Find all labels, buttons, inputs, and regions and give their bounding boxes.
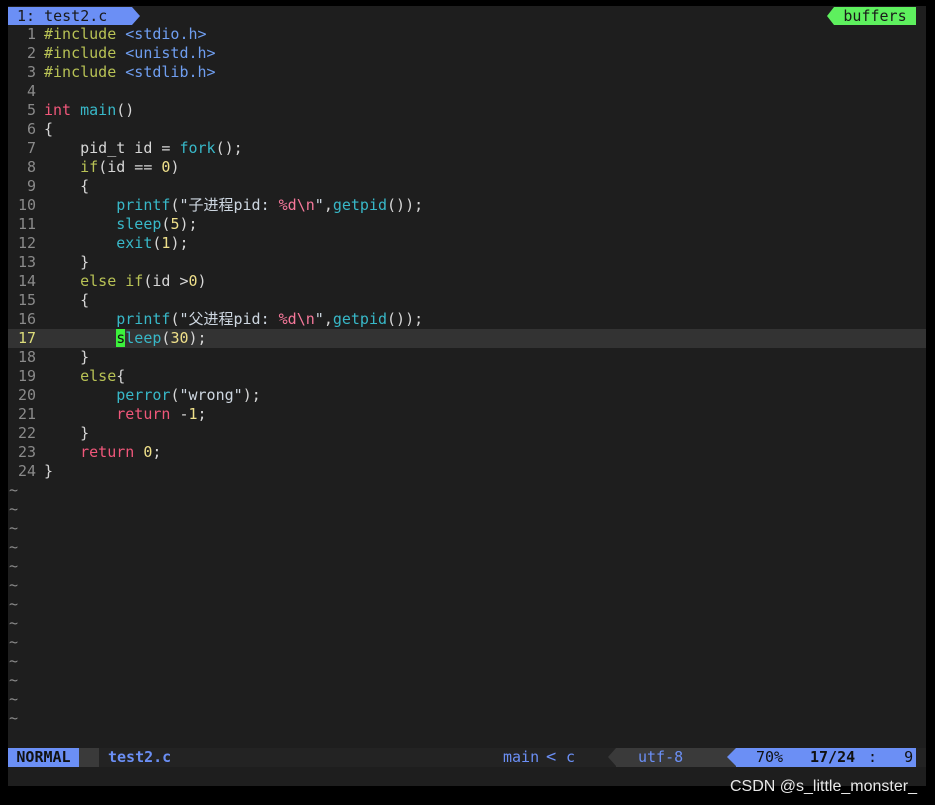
- line-number: 1: [26, 25, 36, 43]
- empty-line-marker: ~: [9, 576, 19, 594]
- line-number: 8: [26, 158, 36, 176]
- statusline-segment: [79, 748, 99, 767]
- empty-line-marker: ~: [9, 690, 19, 708]
- line-number: 22: [17, 424, 36, 442]
- line-number: 14: [17, 272, 36, 290]
- code-line-current[interactable]: 17 sleep(30);: [8, 329, 926, 348]
- line-number: 19: [17, 367, 36, 385]
- code-line[interactable]: 19 else{: [8, 367, 926, 386]
- code-area[interactable]: 1 #include <stdio.h> 2 #include <unistd.h>…: [8, 25, 926, 728]
- watermark: CSDN @s_little_monster_: [730, 778, 917, 795]
- line-number: 3: [26, 63, 36, 81]
- statusline-column: : 9: [868, 748, 913, 767]
- empty-line-marker: ~: [9, 500, 19, 518]
- code-line[interactable]: 16 printf("父进程pid: %d\n",getpid());: [8, 310, 926, 329]
- line-number: 6: [26, 120, 36, 138]
- line-number: 10: [17, 196, 36, 214]
- code-line[interactable]: 18 }: [8, 348, 926, 367]
- empty-line-marker: ~: [9, 538, 19, 556]
- tab-test2-c[interactable]: 1: test2.c: [8, 7, 140, 25]
- statusline-function: main: [503, 748, 540, 766]
- line-number: 20: [17, 386, 36, 404]
- code-line[interactable]: 22 }: [8, 424, 926, 443]
- code-line[interactable]: 8 if(id == 0): [8, 158, 926, 177]
- tabline: 1: test2.c buffers: [8, 6, 926, 25]
- empty-line-marker: ~: [9, 519, 19, 537]
- code-line[interactable]: 21 return -1;: [8, 405, 926, 424]
- statusline-filename: test2.c: [108, 748, 172, 766]
- code-line[interactable]: 3 #include <stdlib.h>: [8, 63, 926, 82]
- line-number: 13: [17, 253, 36, 271]
- statusline-colon: :: [868, 748, 878, 766]
- code-line[interactable]: 10 printf("子进程pid: %d\n",getpid());: [8, 196, 926, 215]
- line-number: 5: [26, 101, 36, 119]
- code-line[interactable]: 2 #include <unistd.h>: [8, 44, 926, 63]
- text-cursor: s: [116, 329, 126, 347]
- code-line[interactable]: 20 perror("wrong");: [8, 386, 926, 405]
- code-line[interactable]: 14 else if(id >0): [8, 272, 926, 291]
- chevron-left-icon: <: [546, 747, 557, 767]
- code-line[interactable]: 11 sleep(5);: [8, 215, 926, 234]
- empty-line-marker: ~: [9, 633, 19, 651]
- statusline-filetype: c: [566, 748, 576, 766]
- line-number: 2: [26, 44, 36, 62]
- line-number: 9: [26, 177, 36, 195]
- line-number: 24: [17, 462, 36, 480]
- statusline-encoding: utf-8: [638, 748, 684, 766]
- line-number: 18: [17, 348, 36, 366]
- code-line[interactable]: 24}: [8, 462, 926, 481]
- statusline-line-position: 17/24: [810, 748, 856, 766]
- statusline: NORMAL test2.c main < c utf-8 70% 17/24 …: [8, 748, 926, 767]
- empty-line-marker: ~: [9, 652, 19, 670]
- statusline-percent: 70%: [756, 748, 784, 766]
- line-number: 16: [17, 310, 36, 328]
- code-line[interactable]: 12 exit(1);: [8, 234, 926, 253]
- empty-line-marker: ~: [9, 709, 19, 727]
- code-line[interactable]: 9 {: [8, 177, 926, 196]
- code-line[interactable]: 13 }: [8, 253, 926, 272]
- line-number: 11: [17, 215, 36, 233]
- code-line[interactable]: 4: [8, 82, 926, 101]
- line-number: 4: [26, 82, 36, 100]
- vim-editor[interactable]: 1: test2.c buffers 1 #include <stdio.h> 2…: [8, 6, 926, 786]
- empty-line-marker: ~: [9, 595, 19, 613]
- line-number: 7: [26, 139, 36, 157]
- line-number: 21: [17, 405, 36, 423]
- line-number: 12: [17, 234, 36, 252]
- line-number: 17: [17, 329, 36, 347]
- line-number: 15: [17, 291, 36, 309]
- empty-line-marker: ~: [9, 671, 19, 689]
- code-line[interactable]: 6{: [8, 120, 926, 139]
- code-line[interactable]: 7 pid_t id = fork();: [8, 139, 926, 158]
- statusline-column-value: 9: [904, 748, 914, 766]
- empty-line-marker: ~: [9, 557, 19, 575]
- buffers-label: buffers: [827, 7, 916, 25]
- mode-indicator: NORMAL: [8, 748, 88, 767]
- code-line[interactable]: 5 int main(): [8, 101, 926, 120]
- line-number: 23: [17, 443, 36, 461]
- empty-line-marker: ~: [9, 481, 19, 499]
- code-line[interactable]: 15 {: [8, 291, 926, 310]
- code-line[interactable]: 1 #include <stdio.h>: [8, 25, 926, 44]
- code-line[interactable]: 23 return 0;: [8, 443, 926, 462]
- terminal-window: 1: test2.c buffers 1 #include <stdio.h> 2…: [0, 0, 935, 805]
- empty-line-marker: ~: [9, 614, 19, 632]
